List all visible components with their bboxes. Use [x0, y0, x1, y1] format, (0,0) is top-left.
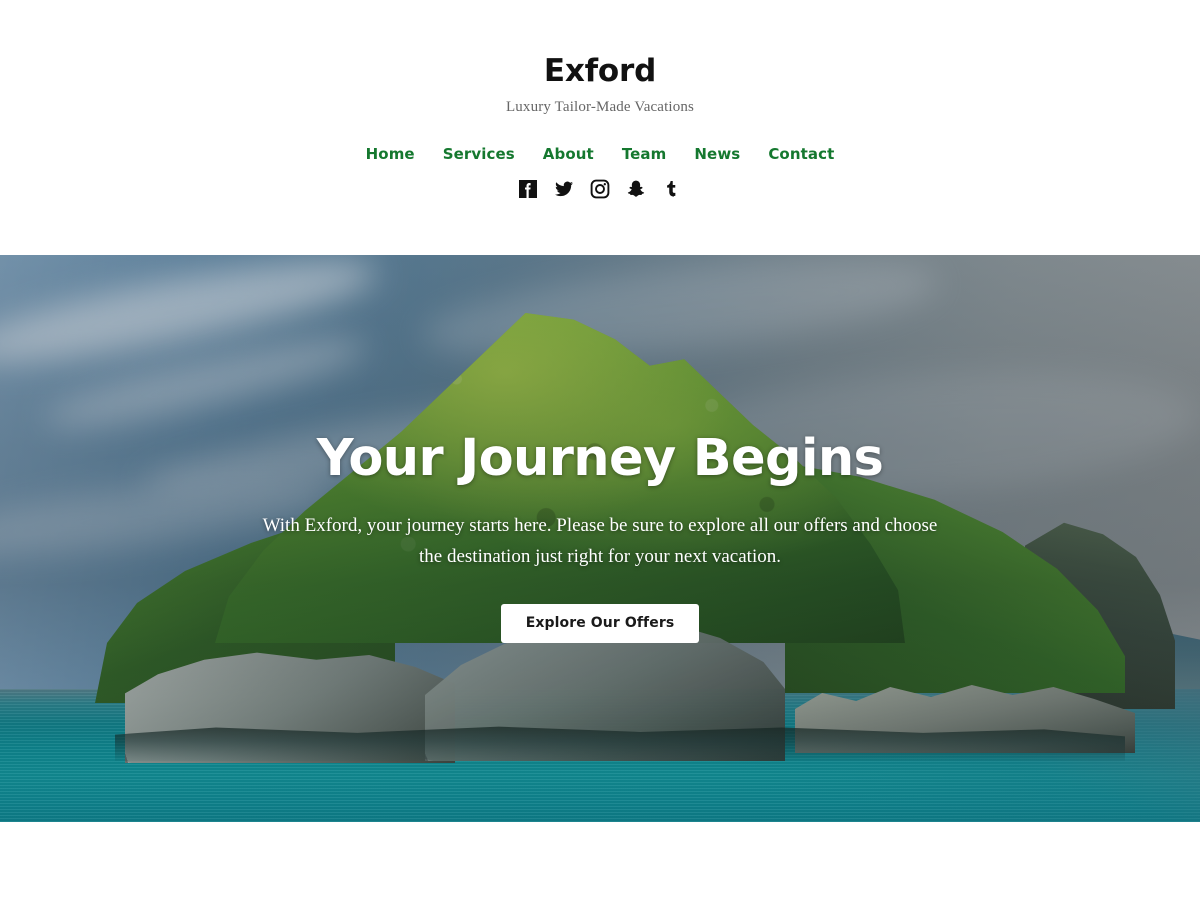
hero-description: With Exford, your journey starts here. P…	[262, 515, 938, 567]
nav-item-team[interactable]: Team	[608, 145, 681, 163]
site-tagline: Luxury Tailor-Made Vacations	[505, 99, 695, 116]
site-title: Exford	[543, 53, 657, 89]
nav-item-services[interactable]: Services	[429, 145, 529, 163]
explore-our-offers-button[interactable]: Explore Our Offers	[500, 603, 700, 643]
social-navigation	[0, 178, 1200, 200]
hero-content: Your Journey Begins With Exford, your jo…	[0, 255, 1200, 822]
instagram-link[interactable]	[589, 178, 611, 200]
nav-item-contact[interactable]: Contact	[754, 145, 848, 163]
hero-section: Your Journey Begins With Exford, your jo…	[0, 255, 1200, 822]
facebook-icon	[518, 179, 538, 199]
nav-item-news[interactable]: News	[680, 145, 754, 163]
nav-item-home[interactable]: Home	[352, 145, 429, 163]
main-navigation: Home Services About Team News Contact	[0, 145, 1200, 163]
twitter-icon	[554, 179, 574, 199]
tumblr-link[interactable]	[661, 178, 683, 200]
nav-item-about[interactable]: About	[529, 145, 608, 163]
below-fold-spacer	[0, 822, 1200, 900]
twitter-link[interactable]	[553, 178, 575, 200]
facebook-link[interactable]	[517, 178, 539, 200]
instagram-icon	[590, 179, 610, 199]
snapchat-icon	[626, 179, 646, 199]
tumblr-icon	[662, 179, 682, 199]
snapchat-link[interactable]	[625, 178, 647, 200]
hero-title: Your Journey Begins	[316, 429, 884, 488]
site-header: Exford Luxury Tailor-Made Vacations Home…	[0, 0, 1200, 255]
